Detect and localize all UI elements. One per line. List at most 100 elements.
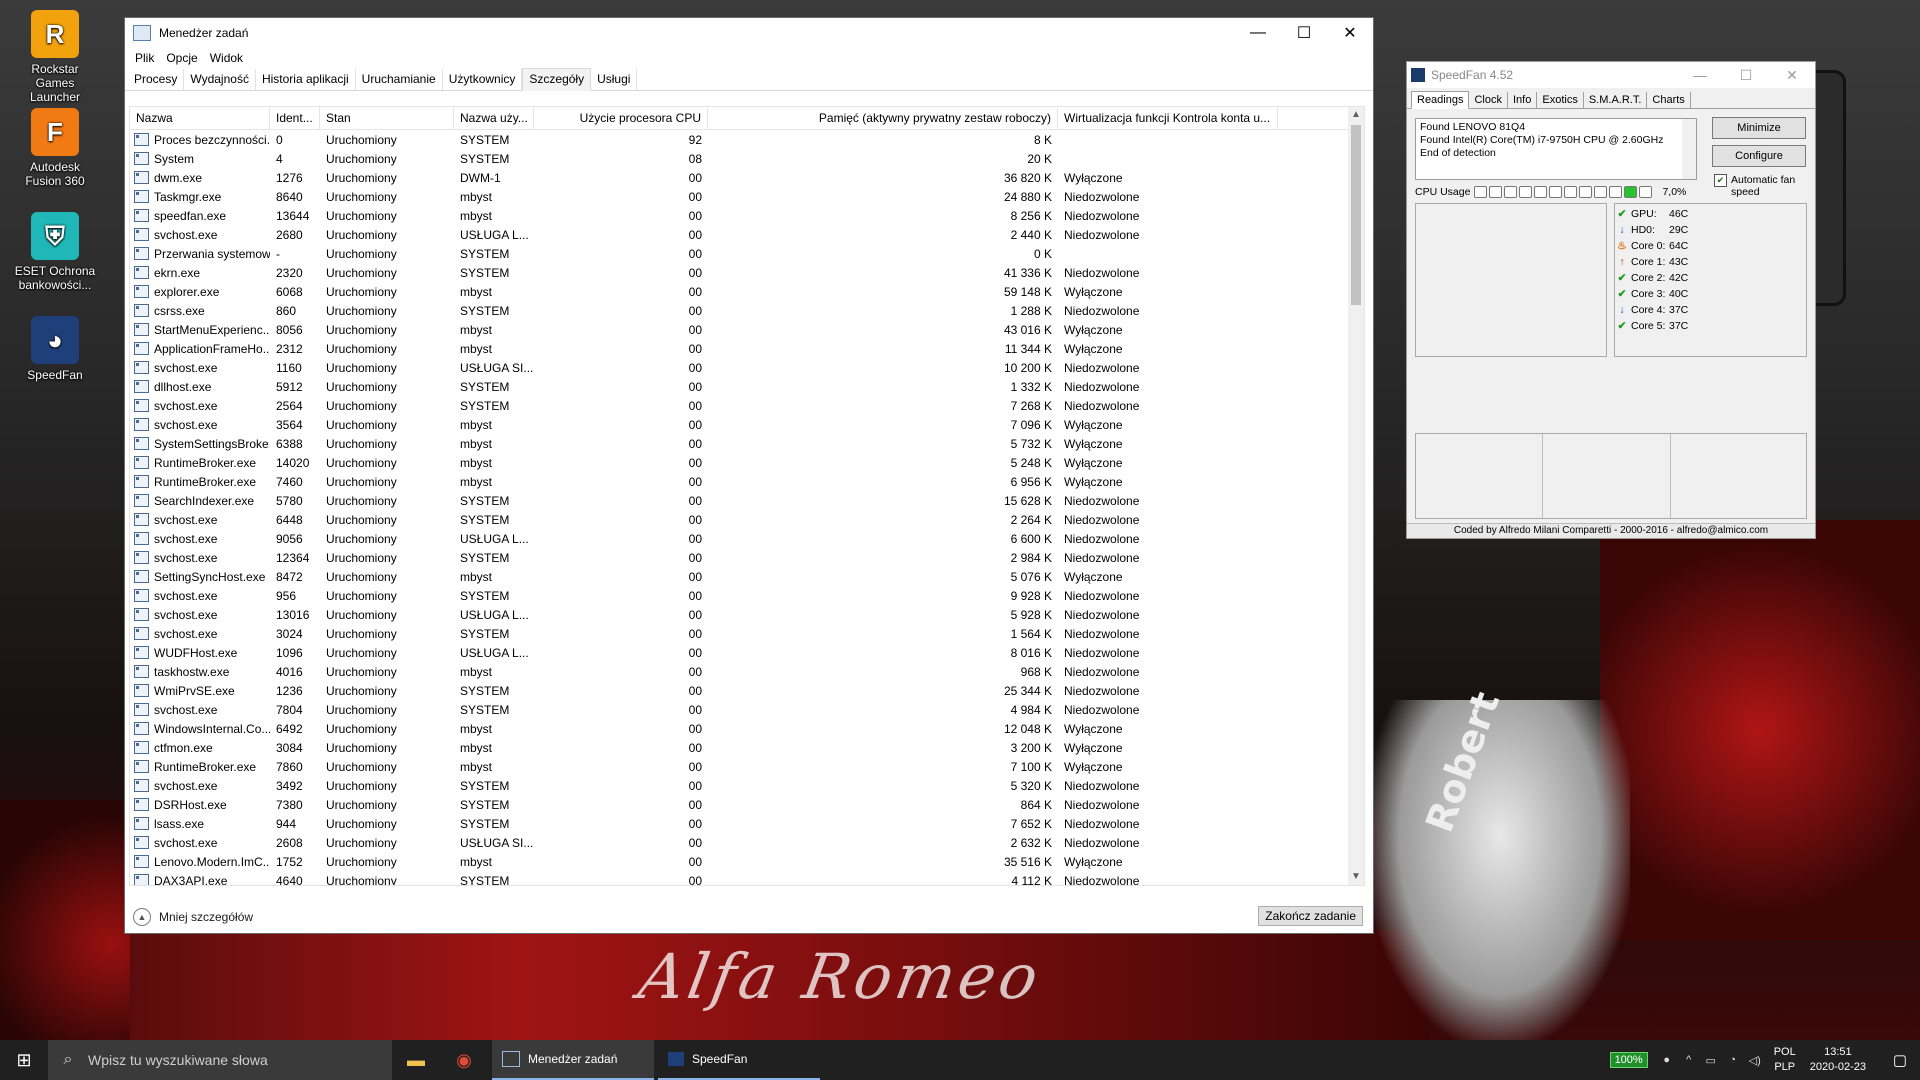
table-row[interactable]: svchost.exe 6448 Uruchomiony SYSTEM 00 2 264 … (130, 510, 1364, 529)
table-row[interactable]: WmiPrvSE.exe 1236 Uruchomiony SYSTEM 00 25 34… (130, 681, 1364, 700)
taskbar-clock[interactable]: 13:51 2020-02-23 (1810, 1045, 1866, 1075)
table-row[interactable]: RuntimeBroker.exe 7460 Uruchomiony mbyst 00 6… (130, 472, 1364, 491)
taskbar-search-box[interactable]: ⌕ Wpisz tu wyszukiwane słowa (48, 1040, 392, 1080)
table-row[interactable]: taskhostw.exe 4016 Uruchomiony mbyst 00 968 K… (130, 662, 1364, 681)
tab-readings[interactable]: Readings (1411, 91, 1470, 109)
tab-charts[interactable]: Charts (1647, 92, 1691, 108)
table-row[interactable]: SystemSettingsBroke... 6388 Uruchomiony mby… (130, 434, 1364, 453)
speedfan-minimize-button[interactable]: — (1677, 67, 1723, 83)
table-row[interactable]: svchost.exe 3024 Uruchomiony SYSTEM 00 1 564 … (130, 624, 1364, 643)
tab-details[interactable]: Szczegóły (522, 68, 592, 91)
speedfan-title-bar[interactable]: SpeedFan 4.52 — ☐ ✕ (1407, 62, 1815, 88)
column-header-memory[interactable]: Pamięć (aktywny prywatny zestaw roboczy) (708, 107, 1058, 129)
minimize-button[interactable]: — (1235, 18, 1281, 48)
table-row[interactable]: Lenovo.Modern.ImC... 1752 Uruchomiony mbyst… (130, 852, 1364, 871)
configure-button[interactable]: Configure (1712, 145, 1806, 167)
table-row[interactable]: lsass.exe 944 Uruchomiony SYSTEM 00 7 652 K Ni… (130, 814, 1364, 833)
tab-info[interactable]: Info (1508, 92, 1538, 108)
taskbar-app-speedfan[interactable]: SpeedFan (658, 1040, 820, 1080)
table-row[interactable]: Przerwania systemowe - Uruchomiony SYSTEM 00… (130, 244, 1364, 263)
table-row[interactable]: svchost.exe 2564 Uruchomiony SYSTEM 00 7 268 … (130, 396, 1364, 415)
automatic-fan-speed-checkbox[interactable]: ✔ Automatic fan speed (1714, 174, 1814, 198)
table-row[interactable]: StartMenuExperienc... 8056 Uruchomiony mbys… (130, 320, 1364, 339)
table-row[interactable]: DSRHost.exe 7380 Uruchomiony SYSTEM 00 864 K N… (130, 795, 1364, 814)
desktop-shortcut[interactable]: ◕ SpeedFan (14, 316, 96, 382)
column-header-cpu[interactable]: Użycie procesora CPU (534, 107, 708, 129)
table-row[interactable]: speedfan.exe 13644 Uruchomiony mbyst 00 8 256… (130, 206, 1364, 225)
table-row[interactable]: Proces bezczynności... 0 Uruchomiony SYSTEM… (130, 130, 1364, 149)
table-row[interactable]: svchost.exe 7804 Uruchomiony SYSTEM 00 4 984 … (130, 700, 1364, 719)
table-row[interactable]: svchost.exe 3564 Uruchomiony mbyst 00 7 096 K… (130, 415, 1364, 434)
table-row[interactable]: SettingSyncHost.exe 8472 Uruchomiony mbyst 0… (130, 567, 1364, 586)
table-row[interactable]: RuntimeBroker.exe 7860 Uruchomiony mbyst 00 7… (130, 757, 1364, 776)
file-explorer-icon[interactable]: ▬ (392, 1040, 440, 1080)
table-row[interactable]: Taskmgr.exe 8640 Uruchomiony mbyst 00 24 880 … (130, 187, 1364, 206)
tab-performance[interactable]: Wydajność (184, 69, 256, 90)
table-row[interactable]: dllhost.exe 5912 Uruchomiony SYSTEM 00 1 332 … (130, 377, 1364, 396)
table-row[interactable]: SearchIndexer.exe 5780 Uruchomiony SYSTEM 00… (130, 491, 1364, 510)
table-row[interactable]: svchost.exe 9056 Uruchomiony USŁUGA L... 00 6… (130, 529, 1364, 548)
less-details-link[interactable]: ▲ Mniej szczegółów (133, 908, 253, 926)
table-row[interactable]: WindowsInternal.Co... 6492 Uruchomiony mbys… (130, 719, 1364, 738)
tab-exotics[interactable]: Exotics (1537, 92, 1584, 108)
menu-options[interactable]: Opcje (162, 51, 205, 65)
column-header-uac-virtualization[interactable]: Wirtualizacja funkcji Kontrola konta u..… (1058, 107, 1278, 129)
tab-services[interactable]: Usługi (591, 69, 638, 90)
menu-file[interactable]: Plik (131, 51, 162, 65)
table-row[interactable]: explorer.exe 6068 Uruchomiony mbyst 00 59 148… (130, 282, 1364, 301)
title-bar[interactable]: Menedżer zadań — ☐ ✕ (125, 18, 1373, 48)
table-row[interactable]: svchost.exe 1160 Uruchomiony USŁUGA SI... 00… (130, 358, 1364, 377)
volume-icon[interactable]: ◁) (1744, 1054, 1766, 1067)
table-row[interactable]: svchost.exe 2680 Uruchomiony USŁUGA L... 00 2… (130, 225, 1364, 244)
menu-view[interactable]: Widok (206, 51, 251, 65)
battery-tray-indicator[interactable]: 100% (1609, 1052, 1648, 1068)
table-row[interactable]: svchost.exe 12364 Uruchomiony SYSTEM 00 2 984… (130, 548, 1364, 567)
table-row[interactable]: System 4 Uruchomiony SYSTEM 08 20 K (130, 149, 1364, 168)
tab-processes[interactable]: Procesy (128, 69, 185, 90)
microphone-icon[interactable]: ● (1656, 1054, 1678, 1066)
column-header-name[interactable]: Nazwa (130, 107, 270, 129)
tab-clock[interactable]: Clock (1469, 92, 1508, 108)
tab-users[interactable]: Użytkownicy (443, 69, 523, 90)
table-row[interactable]: DAX3API.exe 4640 Uruchomiony SYSTEM 00 4 112 … (130, 871, 1364, 885)
scroll-down-arrow-icon[interactable]: ▼ (1348, 869, 1364, 885)
scroll-up-arrow-icon[interactable]: ▲ (1348, 107, 1364, 123)
table-row[interactable]: dwm.exe 1276 Uruchomiony DWM-1 00 36 820 K Wył… (130, 168, 1364, 187)
table-row[interactable]: svchost.exe 13016 Uruchomiony USŁUGA L... 00… (130, 605, 1364, 624)
battery-icon[interactable]: ▭ (1700, 1054, 1722, 1067)
table-row[interactable]: svchost.exe 956 Uruchomiony SYSTEM 00 9 928 K… (130, 586, 1364, 605)
tab-app-history[interactable]: Historia aplikacji (256, 69, 356, 90)
table-row[interactable]: RuntimeBroker.exe 14020 Uruchomiony mbyst 00… (130, 453, 1364, 472)
minimize-to-tray-button[interactable]: Minimize (1712, 117, 1806, 139)
tab-smart[interactable]: S.M.A.R.T. (1584, 92, 1648, 108)
table-row[interactable]: ctfmon.exe 3084 Uruchomiony mbyst 00 3 200 K W… (130, 738, 1364, 757)
table-row[interactable]: ApplicationFrameHo... 2312 Uruchomiony mbys… (130, 339, 1364, 358)
chrome-icon[interactable]: ◉ (440, 1040, 488, 1080)
column-header-pid[interactable]: Ident... (270, 107, 320, 129)
table-row[interactable]: svchost.exe 2608 Uruchomiony USŁUGA SI... 00… (130, 833, 1364, 852)
windows-start-icon[interactable]: ⊞ (0, 1040, 48, 1080)
table-row[interactable]: WUDFHost.exe 1096 Uruchomiony USŁUGA L... 00… (130, 643, 1364, 662)
taskbar-app-task-manager[interactable]: Menedżer zadań (492, 1040, 654, 1080)
table-row[interactable]: ekrn.exe 2320 Uruchomiony SYSTEM 00 41 336 K N… (130, 263, 1364, 282)
desktop-shortcut[interactable]: F Autodesk Fusion 360 (14, 108, 96, 188)
end-task-button[interactable]: Zakończ zadanie (1258, 906, 1363, 926)
column-header-user[interactable]: Nazwa uży... (454, 107, 534, 129)
checkbox-icon[interactable]: ✔ (1714, 174, 1727, 187)
desktop-shortcut[interactable]: R Rockstar Games Launcher (14, 10, 96, 104)
speedfan-close-button[interactable]: ✕ (1769, 67, 1815, 84)
chevron-up-icon[interactable]: ^ (1678, 1054, 1700, 1066)
maximize-button[interactable]: ☐ (1281, 18, 1327, 48)
desktop-shortcut[interactable]: ⛨ ESET Ochrona bankowości... (14, 212, 96, 292)
table-row[interactable]: svchost.exe 3492 Uruchomiony SYSTEM 00 5 320 … (130, 776, 1364, 795)
close-button[interactable]: ✕ (1327, 18, 1373, 48)
speedfan-maximize-button[interactable]: ☐ (1723, 67, 1769, 84)
scrollbar-thumb[interactable] (1351, 125, 1361, 305)
table-row[interactable]: csrss.exe 860 Uruchomiony SYSTEM 00 1 288 K Ni… (130, 301, 1364, 320)
notification-center-icon[interactable]: ▢ (1880, 1051, 1920, 1069)
detection-log[interactable]: Found LENOVO 81Q4 Found Intel(R) Core(TM… (1415, 118, 1697, 180)
vertical-scrollbar[interactable]: ▲ ▼ (1348, 107, 1364, 885)
network-icon[interactable]: ◔ (1722, 1054, 1744, 1066)
input-language-indicator[interactable]: POL PLP (1774, 1045, 1796, 1075)
column-header-status[interactable]: Stan (320, 107, 454, 129)
